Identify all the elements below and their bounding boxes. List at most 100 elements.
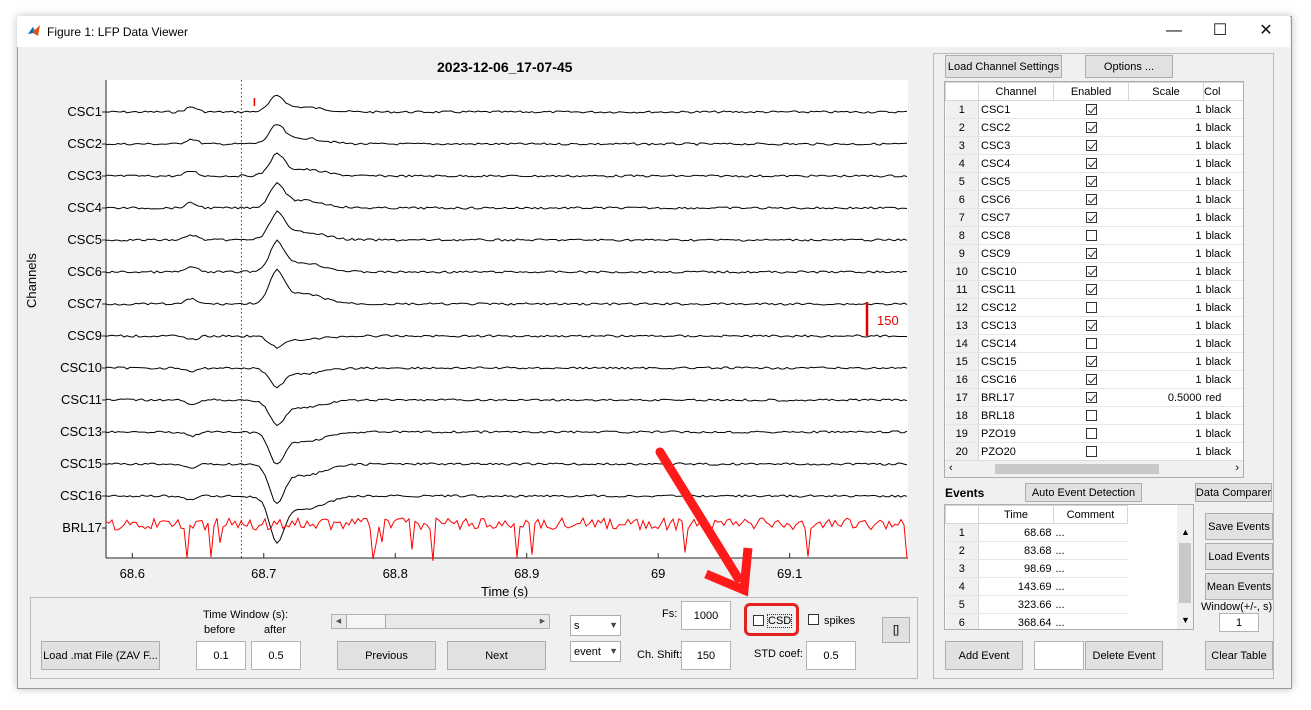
- color-cell[interactable]: red: [1203, 388, 1243, 407]
- enabled-cell[interactable]: [1053, 280, 1129, 299]
- color-cell[interactable]: black: [1203, 424, 1243, 443]
- slider-right-arrow-icon[interactable]: ▶: [536, 615, 549, 628]
- channel-name-cell[interactable]: CSC4: [978, 154, 1054, 173]
- table-row[interactable]: 4 CSC4 1 black: [945, 154, 1243, 173]
- table-row[interactable]: 5 CSC5 1 black: [945, 172, 1243, 191]
- table-row[interactable]: 16 CSC16 1 black: [945, 370, 1243, 389]
- enabled-checkbox[interactable]: [1085, 158, 1097, 170]
- unit-select[interactable]: s ▼: [570, 615, 621, 636]
- enabled-checkbox[interactable]: [1085, 428, 1097, 440]
- color-cell[interactable]: black: [1203, 280, 1243, 299]
- scale-cell[interactable]: 1: [1128, 316, 1204, 335]
- color-cell[interactable]: black: [1203, 208, 1243, 227]
- table-row[interactable]: 18 BRL18 1 black: [945, 406, 1243, 425]
- enabled-checkbox[interactable]: [1085, 284, 1097, 296]
- scale-cell[interactable]: 1: [1128, 352, 1204, 371]
- clear-table-button[interactable]: Clear Table: [1205, 641, 1273, 670]
- color-cell[interactable]: black: [1203, 100, 1243, 119]
- event-comment-cell[interactable]: ...: [1053, 577, 1128, 596]
- color-cell[interactable]: black: [1203, 352, 1243, 371]
- channel-name-cell[interactable]: CSC7: [978, 208, 1054, 227]
- slider-left-arrow-icon[interactable]: ◀: [332, 615, 345, 628]
- channel-name-cell[interactable]: CSC3: [978, 136, 1054, 155]
- window-input[interactable]: 1: [1219, 613, 1259, 632]
- load-mat-file-button[interactable]: Load .mat File (ZAV F...: [41, 641, 160, 670]
- channel-name-cell[interactable]: CSC1: [978, 100, 1054, 119]
- enabled-cell[interactable]: [1053, 262, 1129, 281]
- mean-events-button[interactable]: Mean Events: [1205, 573, 1273, 600]
- scale-cell[interactable]: 1: [1128, 226, 1204, 245]
- before-input[interactable]: 0.1: [196, 641, 246, 670]
- channel-table-hscrollbar[interactable]: ‹ ›: [945, 460, 1243, 477]
- scale-cell[interactable]: 1: [1128, 244, 1204, 263]
- event-time-cell[interactable]: 143.69: [978, 577, 1054, 596]
- enabled-checkbox[interactable]: [1085, 194, 1097, 206]
- enabled-cell[interactable]: [1053, 406, 1129, 425]
- event-input[interactable]: [1034, 641, 1084, 670]
- scale-cell[interactable]: 1: [1128, 100, 1204, 119]
- channel-name-cell[interactable]: CSC8: [978, 226, 1054, 245]
- event-time-cell[interactable]: 98.69: [978, 559, 1054, 578]
- scale-cell[interactable]: 1: [1128, 118, 1204, 137]
- channel-name-cell[interactable]: CSC2: [978, 118, 1054, 137]
- add-event-button[interactable]: Add Event: [945, 641, 1023, 670]
- enabled-checkbox[interactable]: [1085, 338, 1097, 350]
- enabled-checkbox[interactable]: [1085, 266, 1097, 278]
- enabled-cell[interactable]: [1053, 316, 1129, 335]
- table-row[interactable]: 6 CSC6 1 black: [945, 190, 1243, 209]
- table-row[interactable]: 3 CSC3 1 black: [945, 136, 1243, 155]
- channel-name-cell[interactable]: CSC12: [978, 298, 1054, 317]
- slider-thumb[interactable]: [346, 615, 386, 628]
- csd-label[interactable]: CSD: [766, 614, 793, 628]
- channel-name-cell[interactable]: CSC15: [978, 352, 1054, 371]
- table-row[interactable]: 20 PZO20 1 black: [945, 442, 1243, 461]
- scale-cell[interactable]: 1: [1128, 370, 1204, 389]
- enabled-cell[interactable]: [1053, 352, 1129, 371]
- channel-name-cell[interactable]: CSC5: [978, 172, 1054, 191]
- event-time-cell[interactable]: 68.68: [978, 523, 1054, 542]
- color-cell[interactable]: black: [1203, 298, 1243, 317]
- channel-name-cell[interactable]: PZO20: [978, 442, 1054, 461]
- scroll-left-icon[interactable]: ‹: [949, 462, 953, 474]
- load-channel-settings-button[interactable]: Load Channel Settings: [945, 55, 1062, 78]
- enabled-checkbox[interactable]: [1085, 392, 1097, 404]
- color-cell[interactable]: black: [1203, 136, 1243, 155]
- scroll-right-icon[interactable]: ›: [1235, 462, 1239, 474]
- enabled-cell[interactable]: [1053, 370, 1129, 389]
- channel-name-cell[interactable]: CSC13: [978, 316, 1054, 335]
- time-slider[interactable]: ◀ ▶: [331, 614, 550, 629]
- table-row[interactable]: 3 98.69...: [945, 559, 1128, 578]
- scale-cell[interactable]: 1: [1128, 190, 1204, 209]
- channel-name-cell[interactable]: CSC10: [978, 262, 1054, 281]
- event-time-cell[interactable]: 323.66: [978, 595, 1054, 614]
- column-header-channel[interactable]: Channel: [978, 82, 1054, 101]
- color-cell[interactable]: black: [1203, 226, 1243, 245]
- table-row[interactable]: 15 CSC15 1 black: [945, 352, 1243, 371]
- enabled-cell[interactable]: [1053, 298, 1129, 317]
- color-cell[interactable]: black: [1203, 244, 1243, 263]
- enabled-checkbox[interactable]: [1085, 176, 1097, 188]
- enabled-cell[interactable]: [1053, 424, 1129, 443]
- enabled-checkbox[interactable]: [1085, 410, 1097, 422]
- color-cell[interactable]: black: [1203, 334, 1243, 353]
- table-row[interactable]: 12 CSC12 1 black: [945, 298, 1243, 317]
- enabled-cell[interactable]: [1053, 154, 1129, 173]
- enabled-checkbox[interactable]: [1085, 230, 1097, 242]
- channel-name-cell[interactable]: CSC11: [978, 280, 1054, 299]
- channel-name-cell[interactable]: BRL17: [978, 388, 1054, 407]
- enabled-checkbox[interactable]: [1085, 356, 1097, 368]
- channel-name-cell[interactable]: PZO19: [978, 424, 1054, 443]
- channel-name-cell[interactable]: CSC6: [978, 190, 1054, 209]
- event-comment-cell[interactable]: ...: [1053, 523, 1128, 542]
- enabled-checkbox[interactable]: [1085, 320, 1097, 332]
- table-row[interactable]: 2 CSC2 1 black: [945, 118, 1243, 137]
- data-comparer-button[interactable]: Data Comparer: [1195, 483, 1272, 502]
- color-cell[interactable]: black: [1203, 118, 1243, 137]
- scale-cell[interactable]: 1: [1128, 172, 1204, 191]
- table-row[interactable]: 1 CSC1 1 black: [945, 100, 1243, 119]
- column-header-time[interactable]: Time: [978, 505, 1054, 524]
- channel-name-cell[interactable]: BRL18: [978, 406, 1054, 425]
- previous-button[interactable]: Previous: [337, 641, 436, 670]
- color-cell[interactable]: black: [1203, 316, 1243, 335]
- color-cell[interactable]: black: [1203, 190, 1243, 209]
